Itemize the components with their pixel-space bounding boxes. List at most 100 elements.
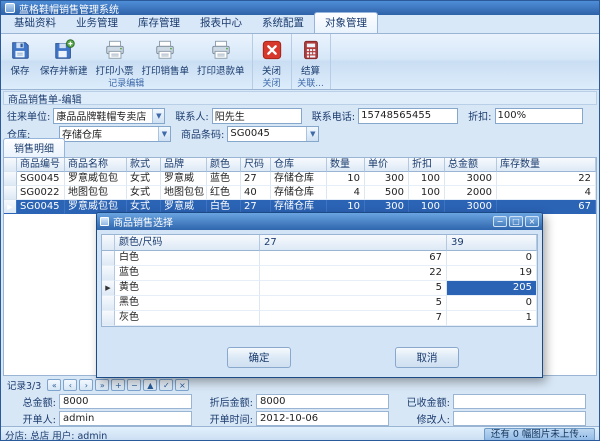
phone-field[interactable]	[358, 108, 458, 124]
chevron-down-icon[interactable]: ▼	[158, 127, 170, 141]
print-refund-button[interactable]: 打印退款单	[193, 36, 249, 77]
nav-prev-button[interactable]: ‹	[63, 379, 77, 391]
creator-input[interactable]	[59, 411, 192, 426]
cell[interactable]: 蓝色	[207, 172, 241, 186]
tab-system-config[interactable]: 系统配置	[252, 13, 314, 33]
cell[interactable]: 7	[260, 311, 447, 326]
table-row[interactable]: 白色 67 0	[102, 251, 537, 266]
column-header[interactable]: 商品名称	[65, 158, 127, 172]
cell[interactable]: 罗意威包包	[65, 172, 127, 186]
modifier-input[interactable]	[453, 411, 586, 426]
cell[interactable]: 3000	[445, 172, 497, 186]
print-sales-order-button[interactable]: 打印销售单	[138, 36, 194, 77]
cell[interactable]: 22	[497, 172, 596, 186]
nav-delete-button[interactable]: −	[127, 379, 141, 391]
tab-inventory[interactable]: 库存管理	[128, 13, 190, 33]
phone-input[interactable]	[358, 108, 458, 124]
warehouse-field[interactable]: ▼	[59, 126, 171, 142]
cell[interactable]: 5	[260, 296, 447, 311]
table-row[interactable]: SG0022 地图包包 女式 地图包包 红色 40 存储仓库 4 500 100…	[4, 186, 596, 200]
print-receipt-button[interactable]: 打印小票	[92, 36, 138, 77]
column-header[interactable]: 商品编号	[17, 158, 65, 172]
cell[interactable]: 黑色	[115, 296, 260, 311]
cell[interactable]: 地图包包	[65, 186, 127, 200]
discount-input[interactable]	[495, 108, 583, 124]
tab-sales-detail[interactable]: 销售明细	[3, 138, 65, 157]
cell[interactable]: 存储仓库	[271, 186, 327, 200]
cell[interactable]: 女式	[127, 172, 161, 186]
cell[interactable]: 存储仓库	[271, 172, 327, 186]
table-row-selected[interactable]: ▶ 黄色 5 205	[102, 281, 537, 296]
create-time-input[interactable]	[256, 411, 389, 426]
partner-field[interactable]: ▼	[53, 108, 165, 124]
discount-field[interactable]	[495, 108, 583, 124]
cell[interactable]: 蓝色	[115, 266, 260, 281]
cell[interactable]: 4	[327, 186, 365, 200]
nav-next-button[interactable]: ›	[79, 379, 93, 391]
cell[interactable]: SG0045	[17, 172, 65, 186]
discounted-amount-input[interactable]	[256, 394, 389, 409]
column-header[interactable]: 数量	[327, 158, 365, 172]
column-header[interactable]: 单价	[365, 158, 409, 172]
tab-business[interactable]: 业务管理	[66, 13, 128, 33]
cell[interactable]: 40	[241, 186, 271, 200]
column-header[interactable]: 款式	[127, 158, 161, 172]
cell[interactable]: 白色	[115, 251, 260, 266]
column-header[interactable]: 27	[260, 235, 447, 251]
nav-last-button[interactable]: »	[95, 379, 109, 391]
table-row[interactable]: 蓝色 22 19	[102, 266, 537, 281]
close-icon[interactable]: ×	[525, 216, 539, 227]
contact-input[interactable]	[212, 108, 302, 124]
column-header[interactable]: 品牌	[161, 158, 207, 172]
column-header[interactable]: 尺码	[241, 158, 271, 172]
cell[interactable]: 19	[447, 266, 537, 281]
nav-cancel-button[interactable]: ×	[175, 379, 189, 391]
column-header[interactable]: 总金额	[445, 158, 497, 172]
save-button[interactable]: 保存	[4, 36, 36, 77]
table-row[interactable]: 黑色 5 0	[102, 296, 537, 311]
status-upload-badge[interactable]: 还有 0 幅图片未上传...	[484, 428, 595, 441]
partner-input[interactable]	[53, 108, 165, 124]
barcode-field[interactable]: ▼	[227, 126, 319, 142]
cell[interactable]: 4	[497, 186, 596, 200]
column-header[interactable]: 仓库	[271, 158, 327, 172]
received-amount-input[interactable]	[453, 394, 586, 409]
cell[interactable]: SG0045	[17, 200, 65, 214]
selected-cell[interactable]: 205	[447, 281, 537, 296]
cell[interactable]: 67	[260, 251, 447, 266]
ok-button[interactable]: 确定	[227, 347, 291, 368]
cell[interactable]: 地图包包	[161, 186, 207, 200]
column-header[interactable]: 折扣	[409, 158, 445, 172]
nav-first-button[interactable]: «	[47, 379, 61, 391]
cell[interactable]: SG0022	[17, 186, 65, 200]
cell[interactable]: 0	[447, 251, 537, 266]
cell[interactable]: 100	[409, 186, 445, 200]
cell[interactable]: 100	[409, 172, 445, 186]
minimize-icon[interactable]: −	[493, 216, 507, 227]
nav-edit-button[interactable]: ▲	[143, 379, 157, 391]
cancel-button[interactable]: 取消	[395, 347, 459, 368]
chevron-down-icon[interactable]: ▼	[306, 127, 318, 141]
settle-button[interactable]: 结算	[295, 36, 327, 77]
cell[interactable]: 1	[447, 311, 537, 326]
cell[interactable]: 27	[241, 172, 271, 186]
total-amount-input[interactable]	[59, 394, 192, 409]
maximize-icon[interactable]: □	[509, 216, 523, 227]
cell[interactable]: 5	[260, 281, 447, 296]
close-button[interactable]: 关闭	[256, 36, 288, 77]
cell[interactable]: 黄色	[115, 281, 260, 296]
warehouse-input[interactable]	[59, 126, 171, 142]
contact-field[interactable]	[212, 108, 302, 124]
nav-post-button[interactable]: ✓	[159, 379, 173, 391]
cell[interactable]: 2000	[445, 186, 497, 200]
cell[interactable]: 300	[365, 172, 409, 186]
table-row[interactable]: 灰色 7 1	[102, 311, 537, 326]
column-header[interactable]: 39	[447, 235, 537, 251]
cell[interactable]: 10	[327, 172, 365, 186]
cell[interactable]: 红色	[207, 186, 241, 200]
cell[interactable]: 500	[365, 186, 409, 200]
cell[interactable]: 罗意威	[161, 172, 207, 186]
chevron-down-icon[interactable]: ▼	[152, 109, 164, 123]
cell[interactable]: 女式	[127, 186, 161, 200]
save-and-new-button[interactable]: 保存并新建	[36, 36, 92, 77]
